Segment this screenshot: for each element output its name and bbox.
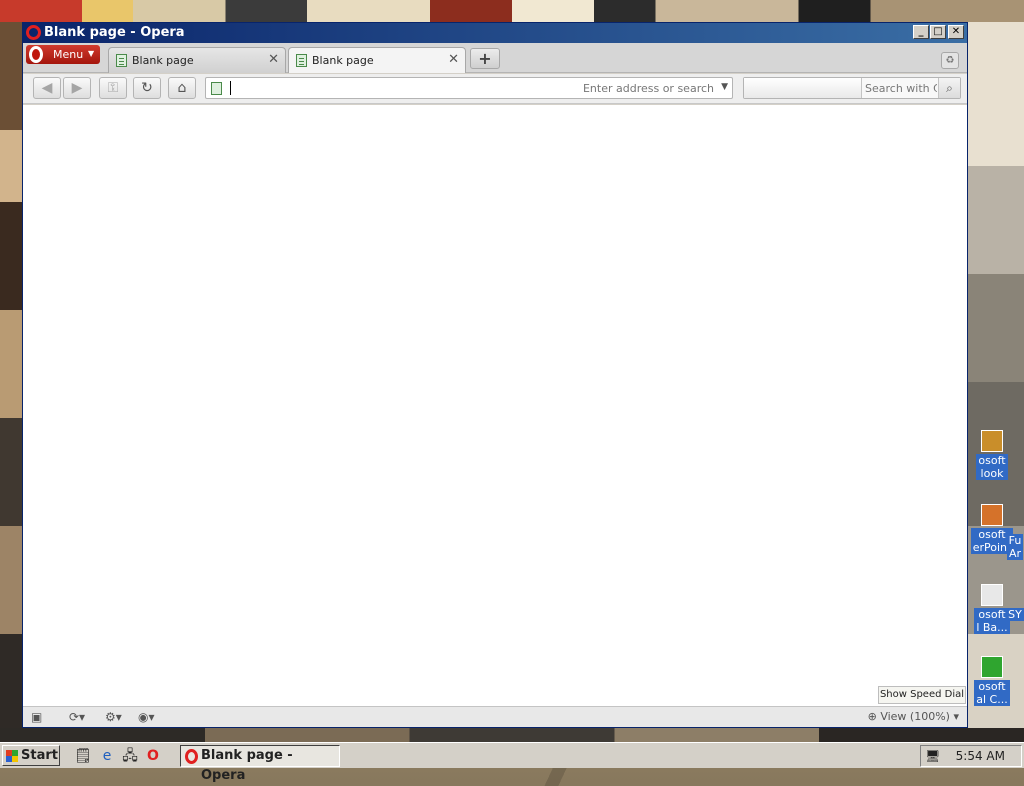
page-icon [116, 54, 127, 67]
magnifier-icon: ⊕ [867, 710, 877, 723]
zoom-label: View (100%) [880, 710, 950, 723]
tab-label: Blank page [312, 54, 374, 67]
wand-button[interactable]: ⚿ [99, 77, 127, 99]
turbo-icon[interactable]: ⚙▾ [105, 709, 122, 725]
closed-tabs-trash-icon[interactable]: ♻ [941, 52, 959, 69]
forward-button[interactable]: ▶ [63, 77, 91, 99]
chevron-down-icon: ▾ [953, 710, 959, 723]
reload-icon: ↻ [141, 80, 153, 96]
reload-button[interactable]: ↻ [133, 77, 161, 99]
close-tab-icon[interactable]: ✕ [268, 52, 279, 67]
page-content[interactable] [23, 105, 967, 706]
windows-logo-icon [6, 750, 18, 762]
speed-dial-tooltip: Show Speed Dial [878, 686, 966, 704]
key-icon: ⚿ [107, 80, 119, 96]
quick-launch-ie-icon[interactable]: e [98, 747, 116, 765]
quick-launch-network-icon[interactable]: 🖧 [121, 747, 139, 765]
opera-logo-icon [185, 749, 198, 764]
window-titlebar[interactable]: Blank page - Opera _ □ ✕ [23, 23, 967, 43]
unite-icon[interactable]: ◉▾ [138, 709, 155, 725]
taskbar-item-label: Blank page - Opera [201, 748, 293, 783]
outlook-icon [981, 430, 1003, 452]
back-button[interactable]: ◀ [33, 77, 61, 99]
chevron-down-icon: ▼ [88, 49, 95, 58]
network-status-icon[interactable]: 🖥 [925, 748, 941, 764]
opera-menu-button[interactable]: Menu ▼ [26, 45, 100, 64]
home-button[interactable]: ⌂ [168, 77, 196, 99]
quick-launch-opera-icon[interactable]: O [144, 747, 162, 765]
tab-strip: Menu ▼ Blank page ✕ Blank page ✕ + ♻ [23, 43, 967, 73]
tab-label: Blank page [132, 54, 194, 67]
window-title: Blank page - Opera [44, 25, 185, 40]
desktop-wallpaper-bottom [0, 728, 1024, 742]
search-icon[interactable]: ⌕ [938, 78, 960, 98]
opera-logo-icon [29, 46, 43, 63]
desktop-wallpaper-top [0, 0, 1024, 22]
navigation-toolbar: ◀ ▶ ⚿ ↻ ⌂ Enter address or search ▼ Sear… [23, 74, 967, 104]
maximize-button[interactable]: □ [930, 25, 946, 39]
chevron-down-icon[interactable]: ▼ [721, 82, 728, 92]
desktop-icon-outlook[interactable]: osoft look [970, 430, 1014, 480]
search-placeholder: Search with Co [865, 82, 937, 95]
address-placeholder: Enter address or search [582, 82, 714, 95]
taskbar: Start 🗒 e 🖧 O Blank page - Opera 🖥 5:54 … [0, 742, 1024, 783]
powerpoint-icon [981, 504, 1003, 526]
clock[interactable]: 5:54 AM [956, 749, 1005, 763]
text-caret [230, 81, 231, 95]
opera-logo-icon [26, 25, 41, 40]
desktop-icon-label: SY [1006, 608, 1024, 621]
new-tab-button[interactable]: + [470, 48, 500, 69]
address-bar[interactable]: Enter address or search ▼ [205, 77, 733, 99]
panel-toggle-icon[interactable]: ▣ [31, 709, 42, 725]
desktop-wallpaper-left [0, 22, 22, 742]
sync-icon[interactable]: ⟳▾ [69, 709, 85, 725]
app-icon [981, 656, 1003, 678]
search-field[interactable]: Search with Co ⌕ [743, 77, 961, 99]
search-engine-selector[interactable] [744, 78, 862, 98]
close-tab-icon[interactable]: ✕ [448, 52, 459, 67]
close-window-button[interactable]: ✕ [948, 25, 964, 39]
zoom-control[interactable]: ⊕ View (100%) ▾ [868, 710, 959, 723]
home-icon: ⌂ [177, 80, 187, 96]
desktop-icon-label: osoft al C... [974, 680, 1010, 706]
app-icon [981, 584, 1003, 606]
page-icon [296, 54, 307, 67]
browser-window: Blank page - Opera _ □ ✕ Menu ▼ Blank pa… [22, 22, 968, 728]
tab-blank-page-2[interactable]: Blank page ✕ [288, 47, 466, 73]
desktop-icon-label: osoft l Ba... [974, 608, 1010, 634]
tab-blank-page-1[interactable]: Blank page ✕ [108, 47, 286, 73]
start-label: Start [21, 748, 58, 763]
arrow-right-icon: ▶ [71, 80, 83, 96]
start-button[interactable]: Start [2, 745, 60, 766]
desktop-icon-fu[interactable]: Fu Ar [1006, 534, 1024, 560]
desktop-icon-label: Fu Ar [1006, 534, 1024, 560]
desktop-icon-sy[interactable]: SY [1006, 608, 1024, 621]
arrow-left-icon: ◀ [41, 80, 53, 96]
system-tray: 🖥 5:54 AM [920, 745, 1022, 767]
quick-launch-desktop-icon[interactable]: 🗒 [74, 747, 92, 765]
desktop-wallpaper-right [968, 22, 1024, 742]
taskbar-item-opera[interactable]: Blank page - Opera [180, 745, 340, 783]
page-icon [211, 82, 222, 95]
desktop-icon-c[interactable]: osoft al C... [970, 656, 1014, 706]
menu-label: Menu [53, 48, 84, 61]
status-bar: ▣ ⟳▾ ⚙▾ ◉▾ ⊕ View (100%) ▾ [23, 706, 967, 727]
desktop-icon-label: osoft look [976, 454, 1008, 480]
minimize-button[interactable]: _ [913, 25, 929, 39]
